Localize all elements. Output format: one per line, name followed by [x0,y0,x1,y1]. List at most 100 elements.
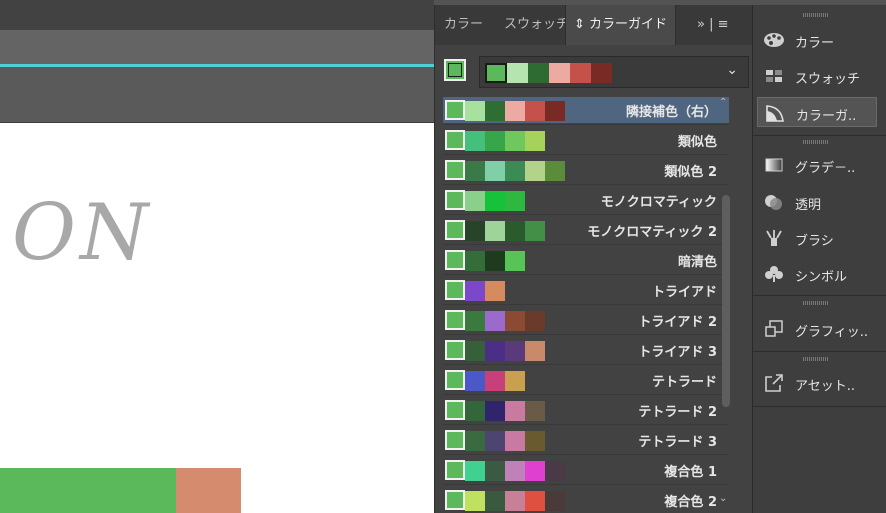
dock-grip[interactable] [803,301,829,305]
harmony-swatch-group [445,100,565,122]
harmony-swatch [485,431,505,451]
dock-grip[interactable] [803,357,829,361]
tab-swatches[interactable]: スウォッチ [504,5,569,45]
panel-tab-bar: カラー スウォッチ ⇕ カラーガイド » | ≡ [435,5,753,45]
harmony-swatch [485,341,505,361]
tab-color-guide[interactable]: ⇕ カラーガイド [565,5,677,45]
row-separator [443,334,729,335]
harmony-swatch [465,191,485,211]
harmony-swatch [505,431,525,451]
harmony-rules-dropdown[interactable]: ⌄ [479,56,749,88]
harmony-swatch-group [445,130,545,152]
dock-item-symbols[interactable]: シンボル [757,259,877,289]
harmony-rule-label: モノクロマティック [600,195,717,210]
dock-item-label: カラーガ.. [796,109,857,124]
base-color-swatch[interactable] [444,59,466,81]
dock-item-color-guide[interactable]: カラーガ.. [757,97,877,127]
dock-item-transparency[interactable]: 透明 [757,187,877,217]
harmony-base-swatch [445,220,465,240]
harmony-rule-row[interactable]: テトラード [443,367,729,393]
harmony-rule-label: 暗清色 [677,255,717,270]
dock-grip[interactable] [803,13,829,17]
gradient-icon [765,158,783,172]
canvas-top-bar [0,0,434,30]
harmony-swatch [465,131,485,151]
artwork-salmon-rect[interactable] [176,468,241,513]
scroll-up-icon[interactable]: ⌃ [719,97,727,108]
harmony-swatch-group [445,310,545,332]
dock-separator [753,351,886,352]
row-separator [443,364,729,365]
harmony-swatch [545,161,565,181]
harmony-base-swatch [445,400,465,420]
harmony-base-swatch [485,63,507,83]
row-separator [443,274,729,275]
dock-separator [753,135,886,136]
swatches-icon [766,70,782,82]
harmony-swatch [505,461,525,481]
canvas-pasteboard [0,67,434,123]
harmony-rule-row[interactable]: モノクロマティック 2 [443,217,729,243]
harmony-swatch-group [445,250,525,272]
harmony-swatch-group [445,220,545,242]
harmony-rule-label: テトラード 2 [638,405,717,420]
dock-item-label: アセット.. [795,379,856,394]
row-separator [443,424,729,425]
harmony-swatch [570,63,591,83]
artboard[interactable] [0,123,434,513]
harmony-base-swatch [445,280,465,300]
harmony-swatch-group [445,160,565,182]
harmony-rule-row[interactable]: 類似色 2 [443,157,729,183]
dock-item-color[interactable]: カラー [757,25,877,55]
harmony-base-swatch [445,490,465,510]
harmony-rule-row[interactable]: モノクロマティック [443,187,729,213]
harmony-swatch [485,281,505,301]
harmony-swatch [525,341,545,361]
scrollbar-thumb[interactable] [722,195,730,407]
dock-item-asset-export[interactable]: アセット.. [757,368,877,398]
dock-item-gradient[interactable]: グラデ－.. [757,150,877,180]
document-tab-bar[interactable] [0,30,434,66]
chevron-down-icon[interactable]: ⌄ [726,62,738,78]
dock-item-swatches[interactable]: スウォッチ [757,61,877,91]
harmony-rule-row[interactable]: テトラード 3 [443,427,729,453]
artwork-text[interactable]: ON [12,188,152,278]
dock-item-brush[interactable]: ブラシ [757,223,877,253]
panel-menu-icon[interactable]: » | ≡ [697,17,729,32]
dock-item-label: グラフィッ.. [795,325,869,340]
row-separator [443,184,729,185]
harmony-swatch [465,371,485,391]
dock-separator [753,295,886,296]
harmony-swatch [465,251,485,271]
harmony-rule-row[interactable]: 複合色 1 [443,457,729,483]
harmony-swatch [465,341,485,361]
tab-color[interactable]: カラー [444,5,483,45]
harmony-rule-row[interactable]: トライアド 2 [443,307,729,333]
scroll-down-icon[interactable]: ⌄ [719,493,727,504]
harmony-rule-row[interactable]: 暗清色 [443,247,729,273]
artwork-green-rect[interactable] [0,468,176,513]
row-separator [443,154,729,155]
harmony-swatch [545,461,565,481]
harmony-swatch [505,131,525,151]
harmony-swatch [485,461,505,481]
harmony-rule-row[interactable]: テトラード 2 [443,397,729,423]
harmony-rule-label: 隣接補色（右） [625,105,717,120]
harmony-rule-row[interactable]: トライアド 3 [443,337,729,363]
dock-item-graphic-styles[interactable]: グラフィッ.. [757,314,877,344]
color-guide-panel: カラー スウォッチ ⇕ カラーガイド » | ≡ ⌄ 隣接補色（右） 類似色類似色… [434,5,753,513]
harmony-swatch [465,461,485,481]
harmony-swatch [465,401,485,421]
artboard-area[interactable]: ON [0,0,434,513]
harmony-swatch-group [445,490,565,512]
dock-grip[interactable] [803,140,829,144]
dock-item-label: スウォッチ [795,72,861,87]
harmony-rule-row[interactable]: 複合色 2 [443,487,729,513]
harmony-rule-row[interactable]: 隣接補色（右） [443,97,729,123]
harmony-base-swatch [445,370,465,390]
harmony-swatch [485,491,505,511]
harmony-rule-row[interactable]: 類似色 [443,127,729,153]
harmony-swatch [485,311,505,331]
harmony-swatch [485,251,505,271]
harmony-rule-row[interactable]: トライアド [443,277,729,303]
